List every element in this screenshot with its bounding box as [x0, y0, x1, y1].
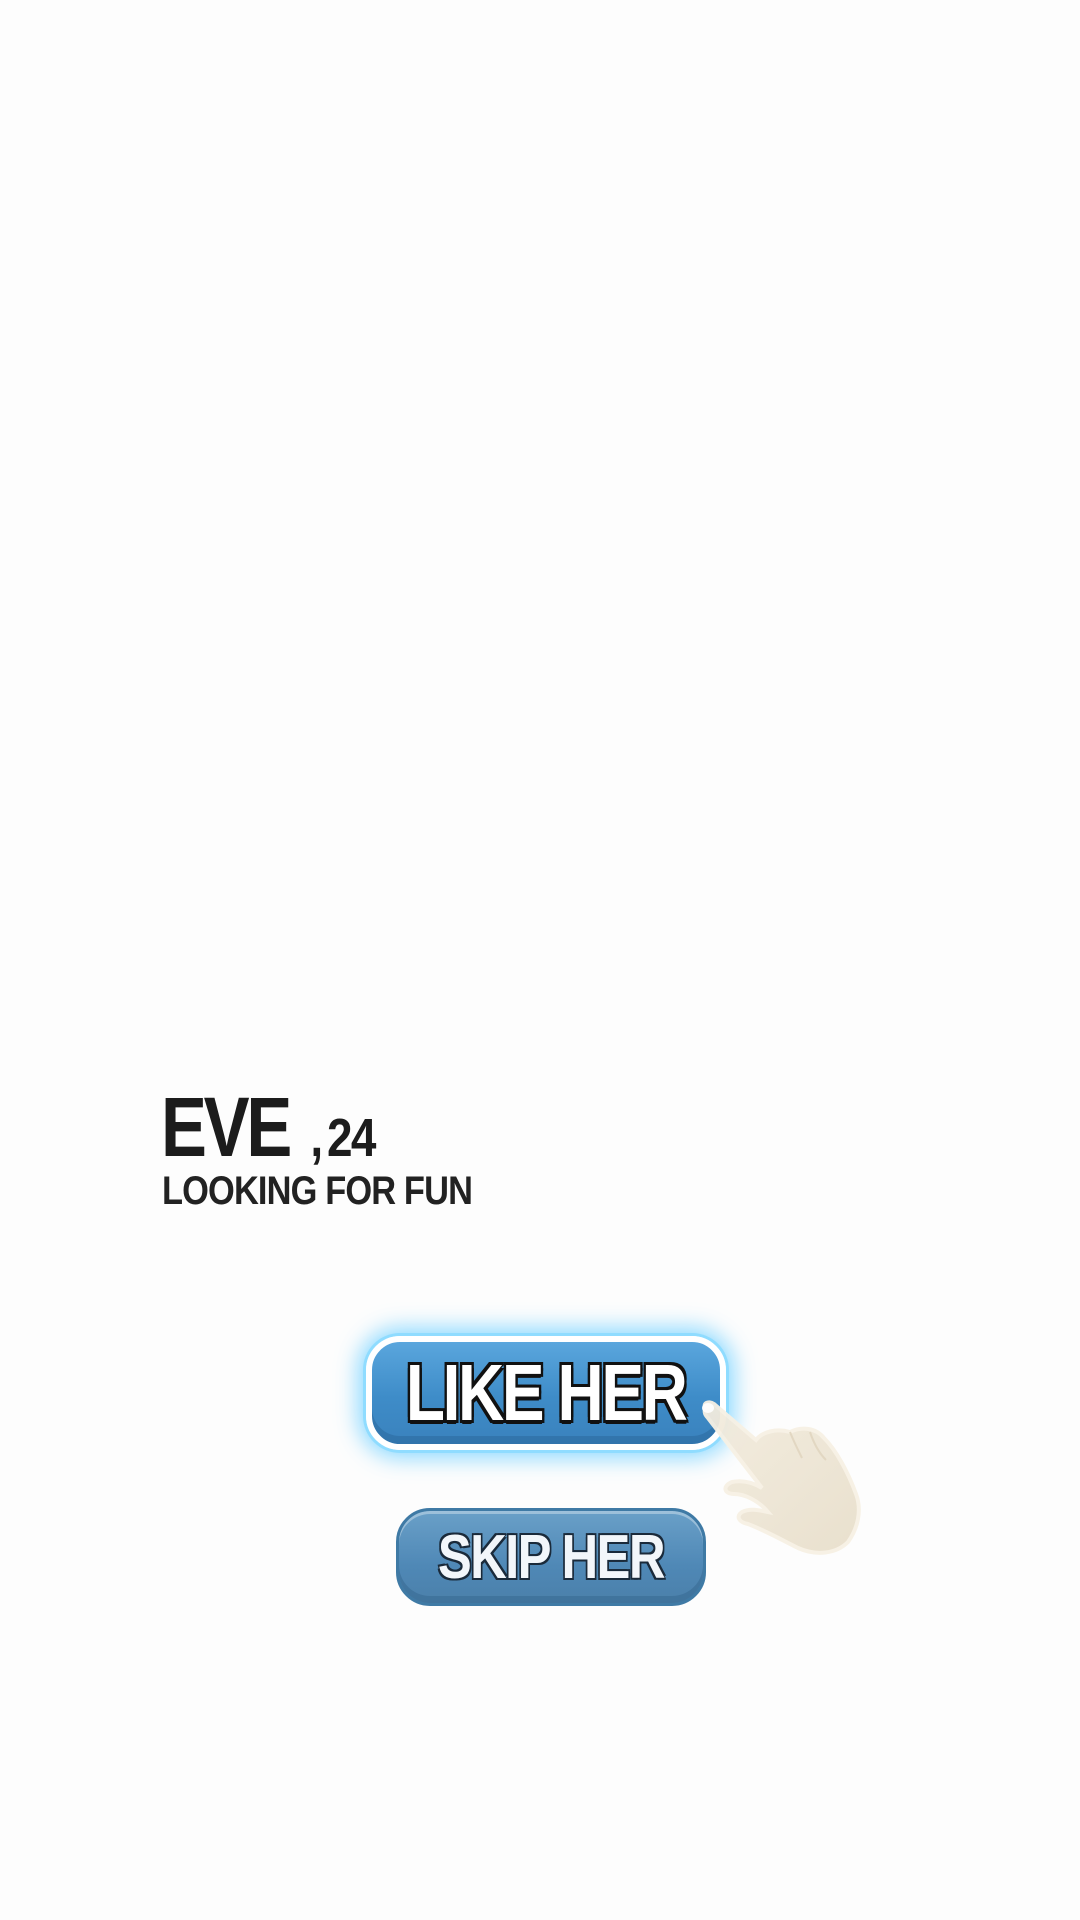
profile-header: EVE , 24: [161, 1085, 383, 1169]
profile-name: EVE: [161, 1080, 292, 1174]
skip-her-label: SKIP HER: [437, 1522, 666, 1593]
like-her-label: LIKE HER: [405, 1347, 689, 1439]
profile-age: 24: [326, 1108, 376, 1168]
skip-her-button[interactable]: SKIP HER: [396, 1508, 706, 1606]
game-screen: EVE , 24 LOOKING FOR FUN LIKE HER SKIP H…: [0, 0, 1080, 1920]
name-age-separator: ,: [310, 1105, 324, 1168]
profile-tagline: LOOKING FOR FUN: [162, 1169, 473, 1213]
like-her-button[interactable]: LIKE HER: [366, 1336, 726, 1450]
